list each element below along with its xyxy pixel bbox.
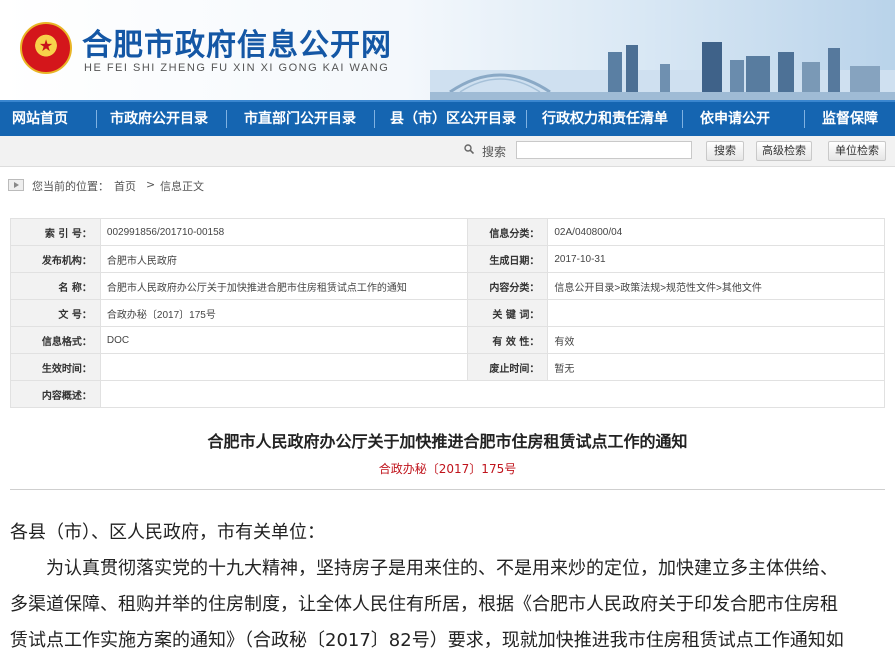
city-skyline-image (430, 42, 895, 100)
expiry-date-label: 废止时间： (467, 353, 549, 381)
nav-city-dept-catalog[interactable]: 市直部门公开目录 (244, 102, 356, 136)
category-value: 02A/040800/04 (547, 218, 885, 246)
nav-divider (526, 110, 527, 128)
site-title[interactable]: 合肥市政府信息公开网 (82, 20, 392, 64)
search-input[interactable] (516, 141, 692, 159)
publisher-value: 合肥市人民政府 (99, 245, 469, 273)
breadcrumb-current: 信息正文 (160, 180, 204, 193)
table-row: 发布机构： 合肥市人民政府 生成日期： 2017-10-31 (10, 245, 885, 273)
format-label: 信息格式： (10, 326, 101, 354)
document-title: 合肥市人民政府办公厅关于加快推进合肥市住房租赁试点工作的通知 (207, 432, 688, 451)
summary-value (99, 380, 886, 408)
nav-divider (682, 110, 683, 128)
nav-supervision[interactable]: 监督保障 (822, 102, 878, 136)
index-no-label: 索 引 号： (10, 218, 101, 246)
nav-divider (96, 110, 97, 128)
publisher-label: 发布机构： (10, 245, 101, 273)
breadcrumb-separator: > (146, 178, 156, 191)
document-paragraph-line: 多渠道保障、租购并举的住房制度，让全体人民住有所居，根据《合肥市人民政府关于印发… (10, 594, 838, 615)
summary-label: 内容概述： (10, 380, 101, 408)
document-paragraph-line: 为认真贯彻落实党的十九大精神，坚持房子是用来住的、不是用来炒的定位，加快建立多主… (46, 558, 838, 579)
expiry-date-value: 暂无 (547, 353, 885, 381)
nav-divider (226, 110, 227, 128)
doc-number-label: 文 号： (10, 299, 101, 327)
keywords-value (547, 299, 885, 327)
table-row: 内容概述： (10, 380, 886, 408)
category-label: 信息分类： (467, 218, 549, 246)
breadcrumb-home[interactable]: 首页 (114, 178, 136, 194)
document-number: 合政办秘〔2017〕175号 (378, 462, 517, 476)
advanced-search-button[interactable]: 高级检索 (756, 141, 812, 161)
site-subtitle: HE FEI SHI ZHENG FU XIN XI GONG KAI WANG (84, 62, 390, 74)
validity-value: 有效 (547, 326, 885, 354)
date-label: 生成日期： (467, 245, 549, 273)
effective-date-label: 生效时间： (10, 353, 101, 381)
table-row: 生效时间： 废止时间： 暂无 (10, 353, 885, 381)
location-arrow-icon (8, 179, 24, 191)
nav-apply-disclosure[interactable]: 依申请公开 (700, 102, 770, 136)
document-salutation: 各县（市）、区人民政府，市有关单位： (10, 522, 325, 543)
format-value: DOC (99, 326, 469, 354)
breadcrumb-prefix: 您当前的位置： (32, 180, 109, 193)
document-paragraph-line: 赁试点工作实施方案的通知》（合政秘〔2017〕82号）要求，现就加快推进我市住房… (10, 630, 844, 651)
nav-power-list[interactable]: 行政权力和责任清单 (542, 102, 668, 136)
index-no-value: 002991856/201710-00158 (99, 218, 469, 246)
table-row: 信息格式： DOC 有 效 性： 有效 (10, 326, 885, 354)
nav-county-catalog[interactable]: 县（市）区公开目录 (390, 102, 516, 136)
search-button[interactable]: 搜索 (706, 141, 744, 161)
name-value: 合肥市人民政府办公厅关于加快推进合肥市住房租赁试点工作的通知 (99, 272, 469, 300)
nav-divider (804, 110, 805, 128)
site-header: ★ 合肥市政府信息公开网 HE FEI SHI ZHENG FU XIN XI … (0, 0, 895, 100)
content-category-value: 信息公开目录>政策法规>规范性文件>其他文件 (547, 272, 885, 300)
effective-date-value (99, 353, 469, 381)
keywords-label: 关 键 词： (467, 299, 549, 327)
national-emblem-icon: ★ (20, 22, 72, 74)
search-icon (464, 144, 474, 154)
table-row: 文 号： 合政办秘〔2017〕175号 关 键 词： (10, 299, 885, 327)
nav-home[interactable]: 网站首页 (12, 102, 68, 136)
date-value: 2017-10-31 (547, 245, 885, 273)
name-label: 名 称： (10, 272, 101, 300)
document-metadata-table: 索 引 号： 002991856/201710-00158 信息分类： 02A/… (10, 218, 886, 408)
doc-number-value: 合政办秘〔2017〕175号 (99, 299, 469, 327)
search-label: 搜索 (482, 145, 507, 159)
content-category-label: 内容分类： (467, 272, 549, 300)
nav-divider (374, 110, 375, 128)
search-bar: 搜索 搜索 高级检索 单位检索 (0, 136, 895, 167)
unit-search-button[interactable]: 单位检索 (828, 141, 886, 161)
table-row: 索 引 号： 002991856/201710-00158 信息分类： 02A/… (10, 218, 885, 246)
nav-city-gov-catalog[interactable]: 市政府公开目录 (110, 102, 208, 136)
table-row: 名 称： 合肥市人民政府办公厅关于加快推进合肥市住房租赁试点工作的通知 内容分类… (10, 272, 885, 300)
validity-label: 有 效 性： (467, 326, 549, 354)
main-nav: 网站首页 市政府公开目录 市直部门公开目录 县（市）区公开目录 行政权力和责任清… (0, 100, 895, 136)
divider (10, 489, 885, 490)
